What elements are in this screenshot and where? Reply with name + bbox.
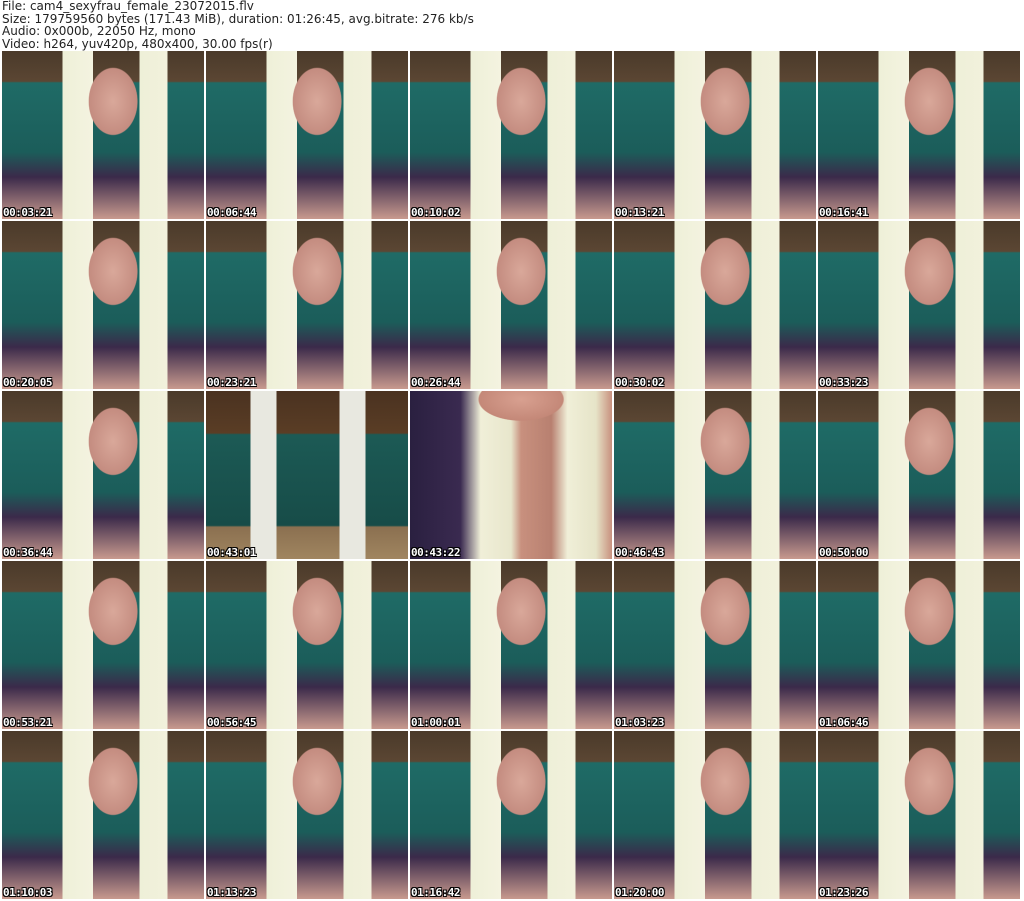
video-thumbnail: 01:16:42 [410,731,612,899]
video-info: Video: h264, yuv420p, 480x400, 30.00 fps… [2,36,273,51]
video-thumbnail: 00:03:21 [2,51,204,219]
thumbnail-timestamp: 00:20:05 [3,376,52,389]
video-thumbnail: 00:30:02 [614,221,816,389]
video-thumbnail: 00:13:21 [614,51,816,219]
thumbnail-timestamp: 00:36:44 [3,546,52,559]
file-name: File: cam4_sexyfrau_female_23072015.flv [2,0,254,13]
video-thumbnail: 00:36:44 [2,391,204,559]
video-thumbnail: 00:53:21 [2,561,204,729]
video-thumbnail: 00:16:41 [818,51,1020,219]
video-thumbnail: 01:06:46 [818,561,1020,729]
video-thumbnail: 01:20:00 [614,731,816,899]
video-thumbnail: 01:13:23 [206,731,408,899]
thumbnail-timestamp: 00:33:23 [819,376,868,389]
thumbnail-timestamp: 01:23:26 [819,886,868,899]
thumbnail-timestamp: 00:30:02 [615,376,664,389]
file-info-header: File: cam4_sexyfrau_female_23072015.flv S… [2,0,474,50]
thumbnail-timestamp: 00:43:22 [411,546,460,559]
video-thumbnail: 01:03:23 [614,561,816,729]
video-thumbnail: 00:46:43 [614,391,816,559]
thumbnail-timestamp: 01:20:00 [615,886,664,899]
video-thumbnail: 00:50:00 [818,391,1020,559]
thumbnail-timestamp: 00:50:00 [819,546,868,559]
video-thumbnail: 01:00:01 [410,561,612,729]
thumbnail-timestamp: 00:06:44 [207,206,256,219]
video-thumbnail: 01:10:03 [2,731,204,899]
video-thumbnail: 00:06:44 [206,51,408,219]
video-thumbnail: 00:33:23 [818,221,1020,389]
video-thumbnail: 01:23:26 [818,731,1020,899]
video-thumbnail: 00:43:22 [410,391,612,559]
thumbnail-timestamp: 00:23:21 [207,376,256,389]
thumbnail-timestamp: 00:43:01 [207,546,256,559]
thumbnail-timestamp: 00:10:02 [411,206,460,219]
video-thumbnail: 00:56:45 [206,561,408,729]
video-thumbnail: 00:20:05 [2,221,204,389]
thumbnail-timestamp: 01:16:42 [411,886,460,899]
thumbnail-timestamp: 00:53:21 [3,716,52,729]
video-thumbnail: 00:26:44 [410,221,612,389]
thumbnail-timestamp: 01:10:03 [3,886,52,899]
thumbnail-timestamp: 01:00:01 [411,716,460,729]
thumbnail-timestamp: 00:03:21 [3,206,52,219]
thumbnail-grid: 00:03:21 00:06:44 00:10:02 00:13:21 00:16:41… [2,51,1020,899]
thumbnail-timestamp: 00:13:21 [615,206,664,219]
video-thumbnail: 00:43:01 [206,391,408,559]
thumbnail-timestamp: 01:06:46 [819,716,868,729]
thumbnail-timestamp: 00:56:45 [207,716,256,729]
video-thumbnail: 00:10:02 [410,51,612,219]
video-thumbnail: 00:23:21 [206,221,408,389]
audio-info: Audio: 0x000b, 22050 Hz, mono [2,24,196,38]
thumbnail-timestamp: 00:26:44 [411,376,460,389]
thumbnail-timestamp: 00:16:41 [819,206,868,219]
thumbnail-timestamp: 00:46:43 [615,546,664,559]
thumbnail-timestamp: 01:13:23 [207,886,256,899]
thumbnail-timestamp: 01:03:23 [615,716,664,729]
